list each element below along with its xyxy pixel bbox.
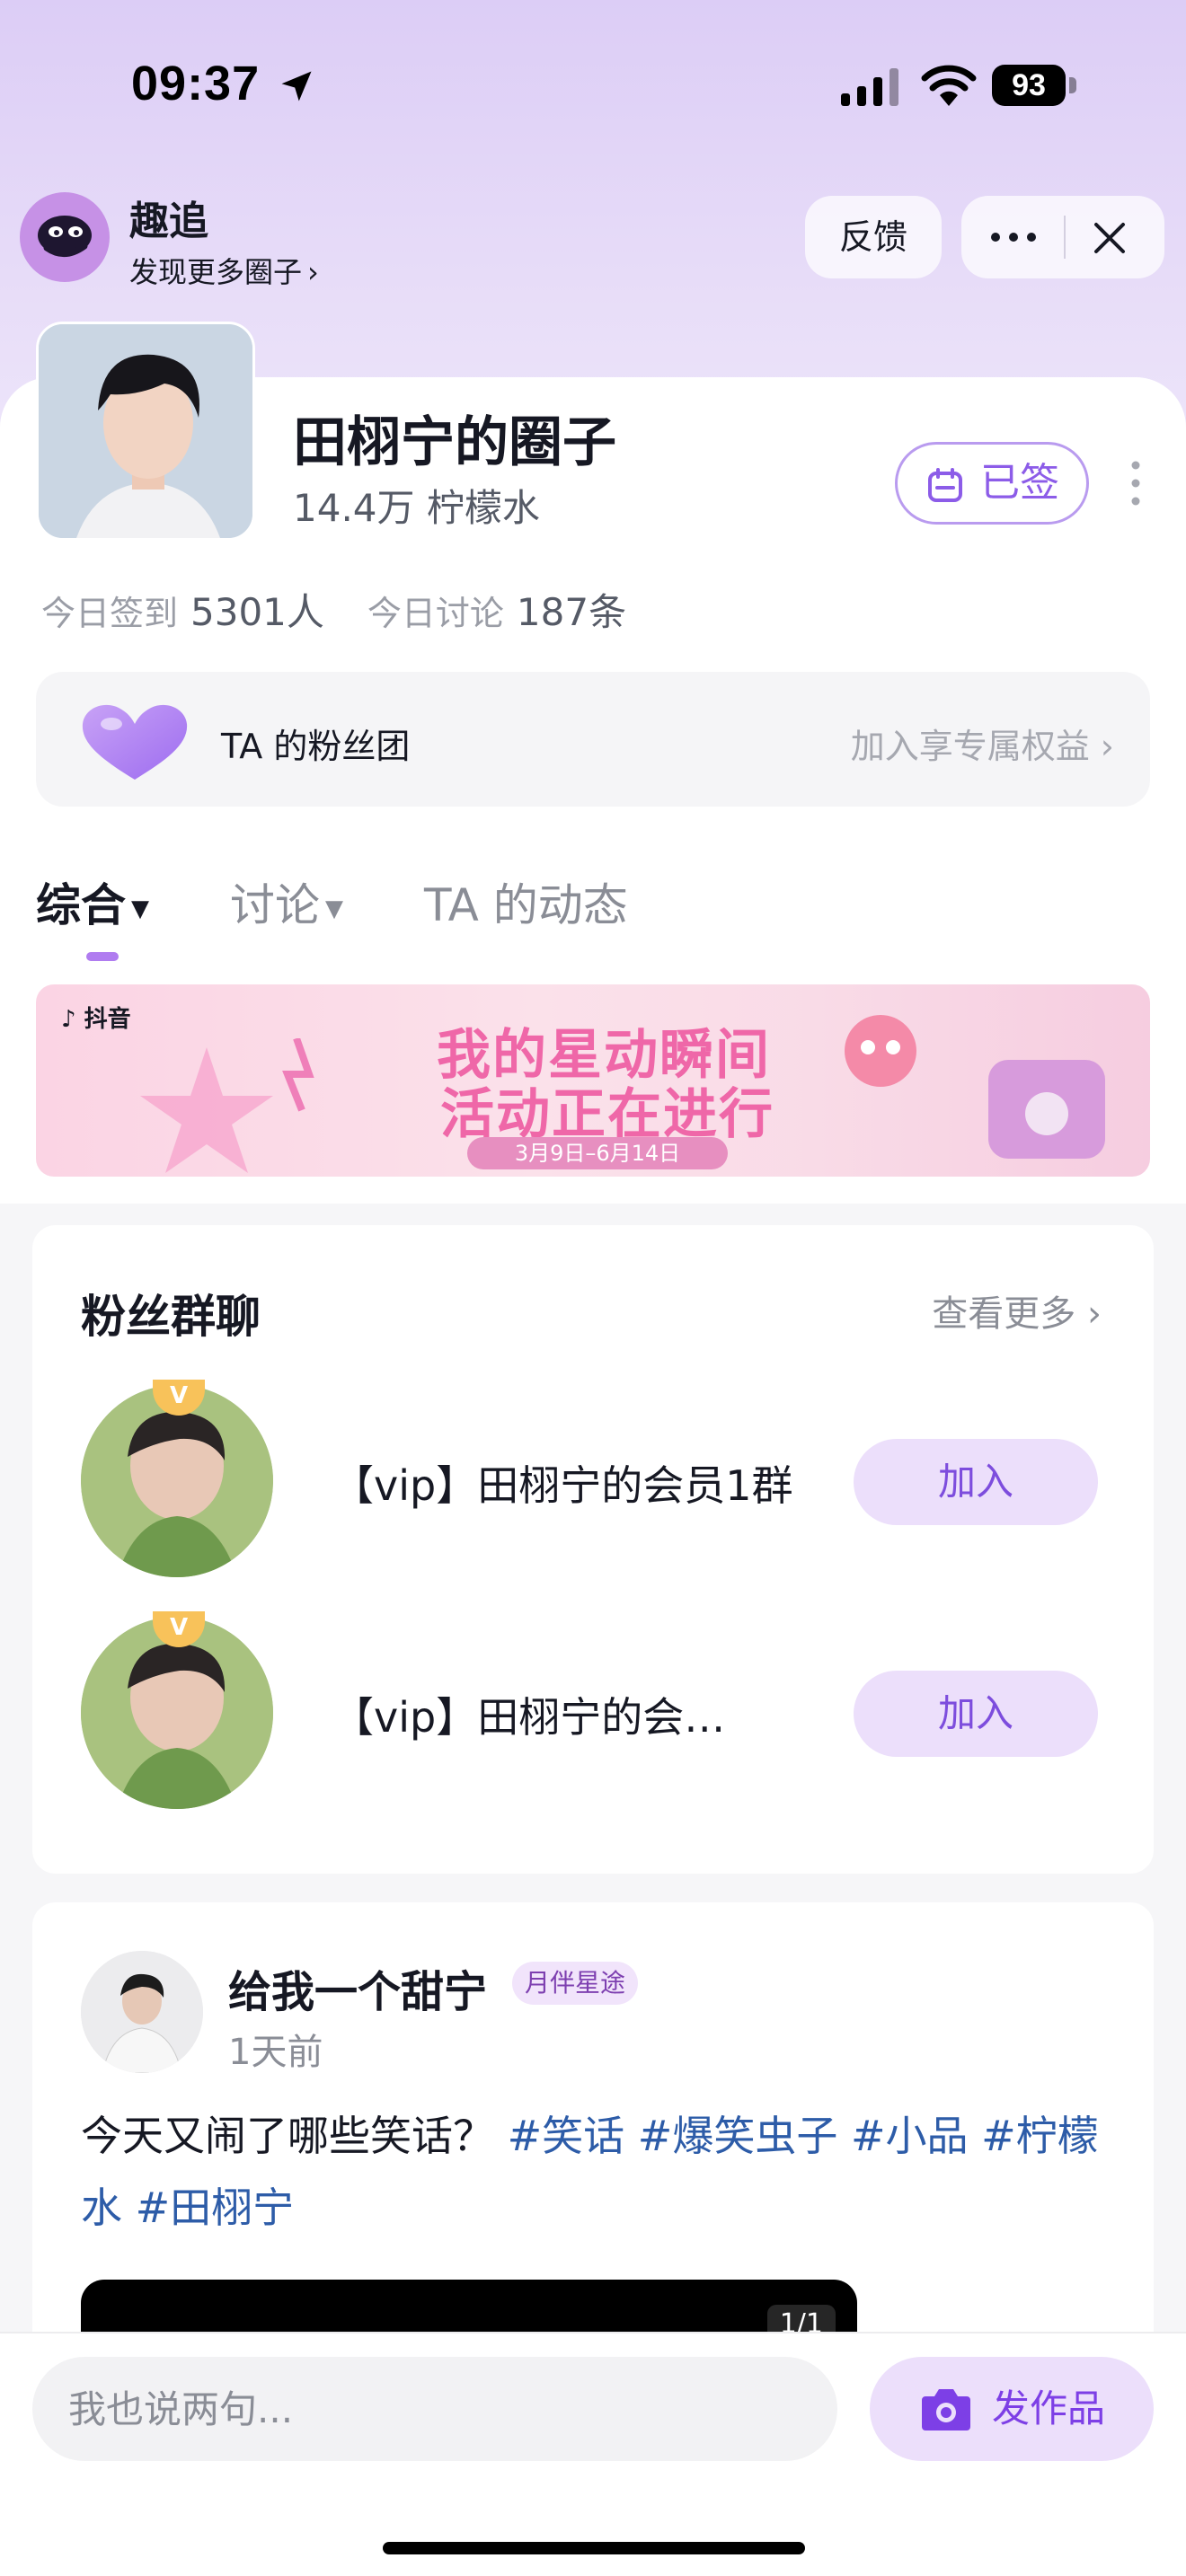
discover-more-label: 发现更多圈子: [129, 255, 303, 289]
platform-label: ♪ 抖音: [61, 1001, 131, 1034]
bottom-bar: 发作品: [0, 2332, 1186, 2576]
banner-dates: 3月9日–6月14日: [467, 1137, 728, 1169]
wifi-icon: [921, 65, 977, 106]
douyin-icon: ♪: [61, 1006, 76, 1033]
checkin-today-value: 5301人: [190, 590, 324, 634]
join-button[interactable]: 加入: [854, 1439, 1098, 1525]
event-banner[interactable]: ♪ 抖音 我的星动瞬间 活动正在进行 3月9日–6月14日: [36, 984, 1150, 1177]
portrait-image: [39, 324, 252, 538]
author-name[interactable]: 给我一个甜宁: [228, 1956, 487, 2019]
circle-avatar[interactable]: [36, 322, 255, 541]
location-arrow-icon: [281, 71, 312, 101]
fan-groups-card: 粉丝群聊 查看更多 › V 【vip】田栩宁的会员1群 加入 V 【vip】田栩…: [32, 1225, 1154, 1874]
circle-title: 田栩宁的圈子: [293, 411, 616, 474]
group-name: 【vip】田栩宁的会…: [332, 1693, 726, 1742]
checked-in-button[interactable]: 已签: [895, 442, 1089, 525]
checked-in-label: 已签: [980, 460, 1059, 506]
circle-member-count: 14.4万 柠檬水: [293, 486, 540, 530]
fan-club-action-label: 加入享专属权益: [850, 727, 1090, 766]
status-time: 09:37: [131, 57, 261, 110]
post-text: 今天又闹了哪些笑话？ #笑话 #爆笑虫子 #小品 #柠檬水 #田栩宁: [81, 2100, 1105, 2244]
tab-label: 综合: [36, 879, 126, 931]
cellular-signal-icon: [841, 68, 898, 106]
star-decoration-icon: [140, 1038, 314, 1173]
post-time: 1天前: [228, 2032, 323, 2073]
chevron-right-icon: ›: [307, 255, 319, 289]
discuss-today-label: 今日讨论: [367, 594, 504, 633]
checkin-today-label: 今日签到: [41, 594, 179, 633]
tab-discussion[interactable]: 讨论 ▼: [230, 869, 343, 934]
fan-group-item[interactable]: V 【vip】田栩宁的会员1群 加入: [81, 1380, 1154, 1583]
hashtag[interactable]: #爆笑虫子: [638, 2112, 838, 2160]
tab-label: TA 的动态: [424, 879, 628, 931]
join-button[interactable]: 加入: [854, 1671, 1098, 1757]
author-badge: 月伴星途: [512, 1962, 639, 2005]
fan-club-label: TA 的粉丝团: [221, 727, 411, 766]
fan-group-item[interactable]: V 【vip】田栩宁的会… 加入: [81, 1611, 1154, 1814]
close-icon[interactable]: [1087, 216, 1132, 260]
camera-icon: [922, 2389, 970, 2430]
group-name: 【vip】田栩宁的会员1群: [332, 1461, 793, 1510]
platform-name: 抖音: [84, 1006, 131, 1033]
post-work-button[interactable]: 发作品: [870, 2357, 1154, 2461]
more-label: 查看更多: [932, 1293, 1076, 1335]
author-avatar[interactable]: [81, 1951, 203, 2073]
fan-club-entry[interactable]: TA 的粉丝团 加入享专属权益 ›: [36, 672, 1150, 807]
hashtag[interactable]: #小品: [851, 2112, 969, 2160]
hashtag[interactable]: #笑话: [508, 2112, 625, 2160]
fan-club-action: 加入享专属权益 ›: [851, 719, 1114, 768]
circle-stats: 今日签到 5301人 今日讨论 187条: [41, 582, 669, 637]
feedback-button[interactable]: 反馈: [805, 196, 942, 278]
heart-icon: [82, 704, 188, 780]
caret-down-icon: ▼: [131, 895, 149, 922]
discuss-today-value: 187条: [516, 590, 627, 634]
post-work-label: 发作品: [992, 2386, 1106, 2430]
capsule-divider: [1064, 216, 1066, 259]
mascot-decoration-icon: [845, 1015, 1105, 1159]
tab-overview[interactable]: 综合 ▼: [36, 869, 149, 934]
fan-groups-more[interactable]: 查看更多 ›: [932, 1284, 1102, 1337]
tab-activity[interactable]: TA 的动态: [424, 869, 628, 934]
active-tab-indicator: [86, 952, 119, 961]
content-tabs: 综合 ▼ 讨论 ▼ TA 的动态: [36, 869, 1150, 968]
chevron-right-icon: ›: [1089, 727, 1114, 766]
chevron-right-icon: ›: [1075, 1293, 1102, 1335]
hashtag[interactable]: #田栩宁: [136, 2183, 295, 2232]
mascot-icon: [38, 216, 92, 257]
more-dots-icon[interactable]: [987, 219, 1040, 255]
calendar-icon: [928, 468, 962, 502]
app-name: 趣追: [129, 198, 208, 244]
app-logo[interactable]: [20, 192, 110, 282]
home-indicator: [383, 2542, 805, 2554]
post-body: 今天又闹了哪些笑话？: [81, 2112, 494, 2160]
fan-groups-title: 粉丝群聊: [81, 1291, 261, 1343]
caret-down-icon: ▼: [325, 895, 343, 922]
more-vertical-icon[interactable]: [1127, 458, 1145, 508]
discover-more-link[interactable]: 发现更多圈子 ›: [129, 250, 319, 291]
status-bar: 09:37 93: [0, 0, 1186, 171]
battery-tip: [1069, 77, 1076, 93]
mini-program-capsule: [961, 196, 1164, 278]
tab-label: 讨论: [230, 879, 320, 931]
comment-input[interactable]: [32, 2357, 837, 2461]
battery-indicator: 93: [992, 65, 1066, 106]
author-avatar-image: [81, 1951, 203, 2073]
